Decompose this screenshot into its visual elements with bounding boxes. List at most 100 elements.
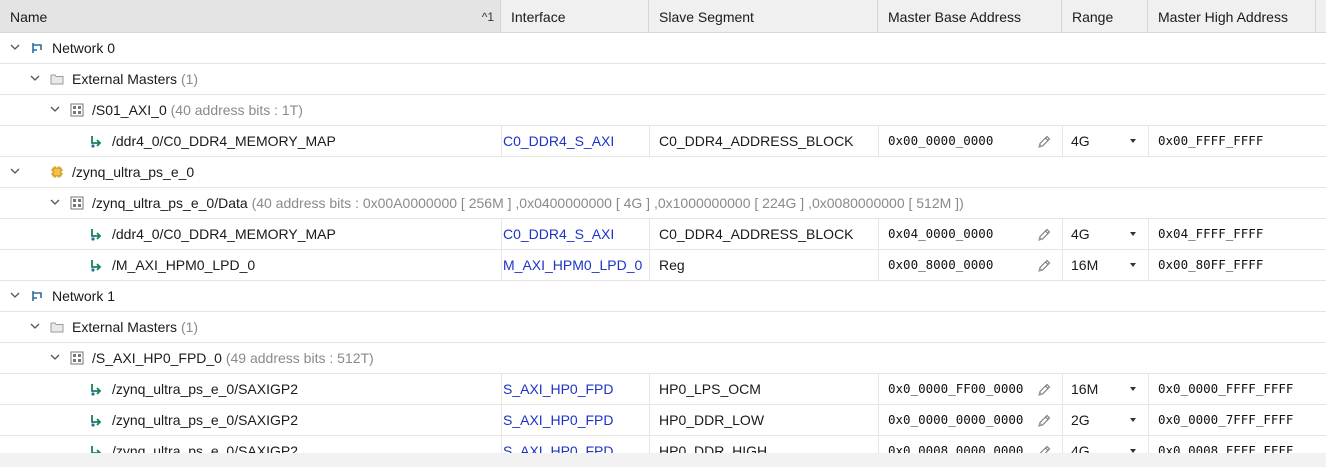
master-high-address: 0x00_80FF_FFFF <box>1158 257 1264 272</box>
grid-block-icon <box>70 351 84 365</box>
folder-icon <box>50 320 64 334</box>
range-select[interactable]: 16M <box>1071 374 1098 404</box>
range-select[interactable]: 2G <box>1071 405 1090 435</box>
row-name-text: /S_AXI_HP0_FPD_0 <box>92 350 222 366</box>
column-header-interface[interactable]: Interface <box>501 0 649 32</box>
row-name-text: External Masters <box>72 71 178 87</box>
slave-segment-icon <box>90 413 104 427</box>
master-high-address: 0x0_0000_7FFF_FFFF <box>1158 412 1294 427</box>
master-base-address-field[interactable]: 0x0_0000_FF00_0000 <box>888 374 1023 404</box>
slave-segment-icon <box>90 134 104 148</box>
chevron-down-icon[interactable] <box>10 281 22 311</box>
dropdown-arrow-icon[interactable] <box>1130 418 1136 422</box>
row-name-text: /zynq_ultra_ps_e_0/SAXIGP2 <box>112 412 299 428</box>
range-select[interactable]: 16M <box>1071 250 1098 280</box>
column-header-master-high-address[interactable]: Master High Address <box>1148 0 1316 32</box>
dropdown-arrow-icon[interactable] <box>1130 387 1136 391</box>
master-base-address-field[interactable]: 0x04_0000_0000 <box>888 219 993 249</box>
chevron-down-icon[interactable] <box>30 64 42 94</box>
row-name: /S01_AXI_0 (40 address bits : 1T) <box>92 95 303 125</box>
row-name: Network 0 <box>52 33 115 63</box>
row-name: /zynq_ultra_ps_e_0/Data (40 address bits… <box>92 188 964 218</box>
folder-icon <box>50 72 64 86</box>
row-name: /zynq_ultra_ps_e_0 <box>72 157 194 187</box>
network-icon <box>30 41 44 55</box>
slave-segment-icon <box>90 227 104 241</box>
grid-block-icon <box>70 103 84 117</box>
row-name-text: /S01_AXI_0 <box>92 102 167 118</box>
chevron-down-icon[interactable] <box>50 95 62 125</box>
tree-group-row[interactable]: Network 0 <box>0 33 1326 64</box>
master-high-address: 0x0_0000_FFFF_FFFF <box>1158 381 1294 396</box>
table-row[interactable]: /ddr4_0/C0_DDR4_MEMORY_MAP C0_DDR4_S_AXI C… <box>0 219 1326 250</box>
range-select[interactable]: 4G <box>1071 126 1090 156</box>
table-row[interactable]: /ddr4_0/C0_DDR4_MEMORY_MAP C0_DDR4_S_AXI C… <box>0 126 1326 157</box>
interface-link[interactable]: M_AXI_HPM0_LPD_0 <box>503 250 642 280</box>
interface-link[interactable]: C0_DDR4_S_AXI <box>503 126 614 156</box>
column-header-master-base-address-label: Master Base Address <box>888 9 1022 25</box>
pencil-icon[interactable] <box>1036 413 1052 429</box>
column-header-slave-segment[interactable]: Slave Segment <box>649 0 878 32</box>
row-name-text: Network 0 <box>52 40 116 56</box>
interface-link[interactable]: C0_DDR4_S_AXI <box>503 219 614 249</box>
tree-group-row[interactable]: External Masters (1) <box>0 64 1326 95</box>
row-name: /zynq_ultra_ps_e_0/SAXIGP2 <box>112 405 298 435</box>
tree-group-row[interactable]: /zynq_ultra_ps_e_0/Data (40 address bits… <box>0 188 1326 219</box>
chevron-down-icon[interactable] <box>30 312 42 342</box>
tree-group-row[interactable]: External Masters (1) <box>0 312 1326 343</box>
row-name: External Masters (1) <box>72 64 198 94</box>
chevron-down-icon[interactable] <box>10 157 22 187</box>
table-empty-area <box>0 453 1326 467</box>
chevron-down-icon[interactable] <box>50 343 62 373</box>
master-base-address-field[interactable]: 0x0_0000_0000_0000 <box>888 405 1023 435</box>
column-header-interface-label: Interface <box>511 9 566 25</box>
column-header-range-label: Range <box>1072 9 1114 25</box>
pencil-icon[interactable] <box>1036 134 1052 150</box>
row-name-text: /zynq_ultra_ps_e_0/SAXIGP2 <box>112 381 299 397</box>
column-header-name[interactable]: Name ^1 <box>0 0 501 32</box>
dropdown-arrow-icon[interactable] <box>1130 263 1136 267</box>
dropdown-arrow-icon[interactable] <box>1130 139 1136 143</box>
interface-link[interactable]: S_AXI_HP0_FPD <box>503 374 614 404</box>
slave-segment: HP0_DDR_LOW <box>659 412 765 428</box>
column-header-name-label: Name <box>10 9 48 25</box>
master-base-address-field[interactable]: 0x00_0000_0000 <box>888 126 993 156</box>
table-row[interactable]: /zynq_ultra_ps_e_0/SAXIGP2 S_AXI_HP0_FPD H… <box>0 405 1326 436</box>
row-name-text: /zynq_ultra_ps_e_0/Data <box>92 195 248 211</box>
dropdown-arrow-icon[interactable] <box>1130 232 1136 236</box>
range-select[interactable]: 4G <box>1071 219 1090 249</box>
pencil-icon[interactable] <box>1036 258 1052 274</box>
table-row[interactable]: /zynq_ultra_ps_e_0/SAXIGP2 S_AXI_HP0_FPD H… <box>0 374 1326 405</box>
row-suffix: (40 address bits : 1T) <box>170 102 303 118</box>
slave-segment: C0_DDR4_ADDRESS_BLOCK <box>659 226 854 242</box>
tree-group-row[interactable]: /S01_AXI_0 (40 address bits : 1T) <box>0 95 1326 126</box>
sort-indicator-icon: ^1 <box>481 10 494 24</box>
row-suffix: (1) <box>180 71 199 87</box>
master-high-address: 0x00_FFFF_FFFF <box>1158 133 1264 148</box>
row-name: /M_AXI_HPM0_LPD_0 <box>112 250 255 280</box>
row-name-text: External Masters <box>72 319 178 335</box>
row-name-text: /ddr4_0/C0_DDR4_MEMORY_MAP <box>112 133 336 149</box>
column-header-range[interactable]: Range <box>1062 0 1148 32</box>
column-header-master-high-address-label: Master High Address <box>1158 9 1288 25</box>
slave-segment-icon <box>90 382 104 396</box>
master-high-address: 0x04_FFFF_FFFF <box>1158 226 1264 241</box>
pencil-icon[interactable] <box>1036 227 1052 243</box>
tree-group-row[interactable]: Network 1 <box>0 281 1326 312</box>
pencil-icon[interactable] <box>1036 382 1052 398</box>
row-name-text: /M_AXI_HPM0_LPD_0 <box>112 257 256 273</box>
slave-segment: C0_DDR4_ADDRESS_BLOCK <box>659 133 854 149</box>
slave-segment: Reg <box>659 257 685 273</box>
column-header-master-base-address[interactable]: Master Base Address <box>878 0 1062 32</box>
tree-group-row[interactable]: /zynq_ultra_ps_e_0 <box>0 157 1326 188</box>
table-row[interactable]: /M_AXI_HPM0_LPD_0 M_AXI_HPM0_LPD_0 Reg 0x00… <box>0 250 1326 281</box>
table-header: Name ^1 Interface Slave Segment Master B… <box>0 0 1326 33</box>
row-suffix: (40 address bits : 0x00A0000000 [ 256M ]… <box>251 195 964 211</box>
master-base-address-field[interactable]: 0x00_8000_0000 <box>888 250 993 280</box>
network-icon <box>30 289 44 303</box>
tree-group-row[interactable]: /S_AXI_HP0_FPD_0 (49 address bits : 512T… <box>0 343 1326 374</box>
chevron-down-icon[interactable] <box>10 33 22 63</box>
interface-link[interactable]: S_AXI_HP0_FPD <box>503 405 614 435</box>
row-name: External Masters (1) <box>72 312 198 342</box>
chevron-down-icon[interactable] <box>50 188 62 218</box>
